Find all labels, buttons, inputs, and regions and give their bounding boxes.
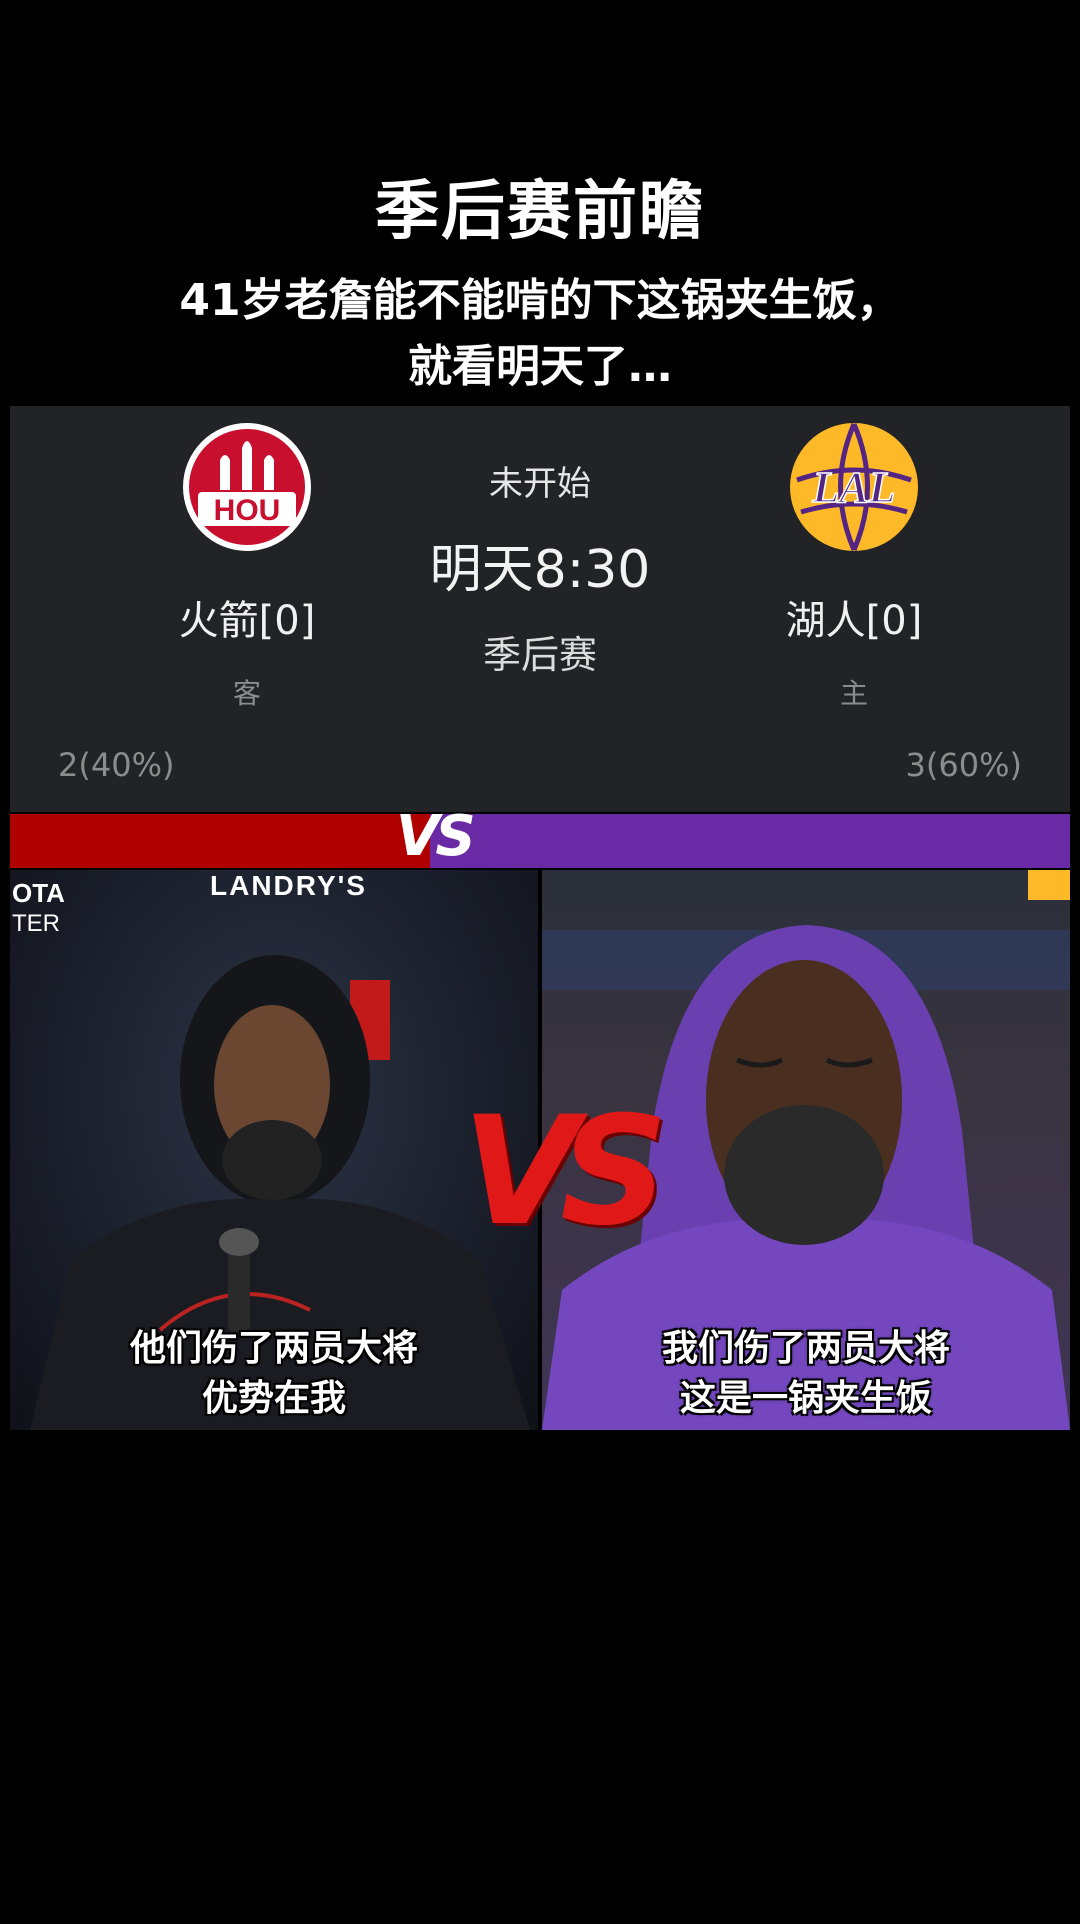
match-info: 未开始 明天8:30 季后赛 [390, 456, 690, 679]
svg-text:LAL: LAL [811, 463, 895, 512]
lakers-logo: LAL [787, 420, 921, 554]
right-caption-line-2: 这是一锅夹生饭 [679, 1378, 932, 1419]
away-team-name: 火箭[0] [178, 598, 316, 644]
home-vote-bar [430, 814, 1070, 868]
left-caption-line-1: 他们伤了两员大将 [129, 1328, 418, 1369]
match-stage: 季后赛 [482, 633, 597, 677]
page-title: 季后赛前瞻 [375, 175, 705, 249]
vs-badge: VS [396, 804, 476, 869]
match-card[interactable]: HOU 火箭[0] 客 未开始 明天8:30 季后赛 LAL 湖人[0] 主 2… [10, 406, 1070, 812]
home-vote-percent: 3(60%) [905, 746, 1022, 784]
left-player-photo: LANDRY'S OTA TER 他们伤了两员大将 优势在我 [10, 870, 538, 1430]
right-caption-line-1: 我们伤了两员大将 [661, 1328, 950, 1369]
left-caption-line-2: 优势在我 [201, 1378, 346, 1419]
away-vote-bar [10, 814, 430, 868]
match-status: 未开始 [489, 464, 591, 504]
svg-text:HOU: HOU [214, 494, 281, 527]
home-team-role: 主 [839, 677, 868, 710]
subtitle-line-2: 就看明天了… [408, 341, 672, 392]
away-team-role: 客 [232, 677, 261, 710]
away-vote-percent: 2(40%) [58, 746, 175, 784]
home-team-name: 湖人[0] [785, 598, 923, 644]
away-team[interactable]: HOU 火箭[0] 客 [97, 406, 397, 712]
rockets-logo: HOU [180, 420, 314, 554]
home-team[interactable]: LAL 湖人[0] 主 [704, 406, 1004, 712]
page-subtitle: 41岁老詹能不能啃的下这锅夹生饭， 就看明天了… [0, 268, 1080, 400]
center-vs-graphic: VS [462, 1085, 668, 1259]
vote-bar: VS [10, 804, 1070, 869]
right-caption: 我们伤了两员大将 这是一锅夹生饭 [542, 1324, 1070, 1424]
subtitle-line-1: 41岁老詹能不能啃的下这锅夹生饭， [179, 275, 901, 326]
match-time: 明天8:30 [429, 540, 651, 600]
left-caption: 他们伤了两员大将 优势在我 [10, 1324, 538, 1424]
